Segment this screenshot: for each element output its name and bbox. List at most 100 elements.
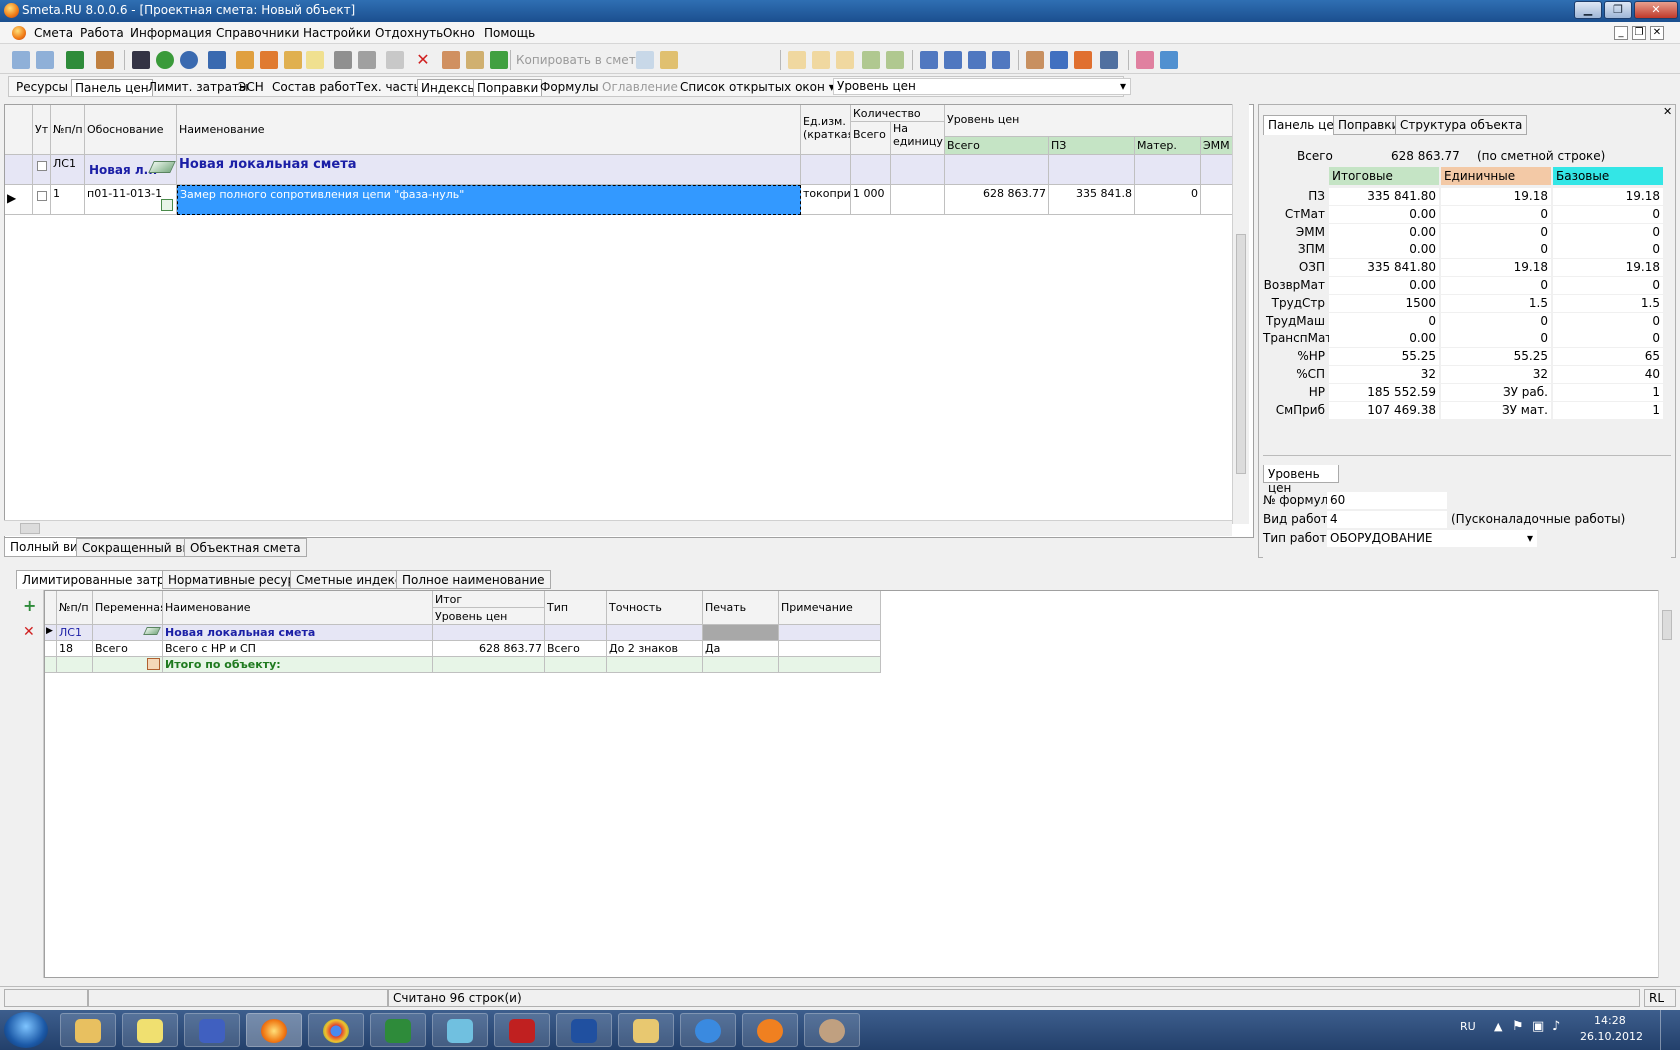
grid-horizontal-scrollbar[interactable] bbox=[4, 520, 1232, 536]
tray-time[interactable]: 14:28 bbox=[1594, 1014, 1626, 1027]
print-icon[interactable] bbox=[334, 51, 352, 69]
price-row-v1[interactable]: 185 552.59 bbox=[1329, 383, 1439, 401]
header-basis[interactable]: Обоснование bbox=[85, 105, 177, 155]
app-icon[interactable] bbox=[4, 3, 19, 18]
tab-formuly[interactable]: Формулы bbox=[537, 79, 602, 96]
header-ut[interactable]: Ут bbox=[33, 105, 51, 155]
price-row-v3[interactable]: 19.18 bbox=[1553, 259, 1663, 277]
task-7zip[interactable] bbox=[122, 1013, 178, 1047]
task-excel[interactable] bbox=[370, 1013, 426, 1047]
g2-row-name[interactable]: Всего с НР и СП bbox=[163, 641, 433, 657]
tab-esn[interactable]: ЭСН bbox=[235, 79, 267, 96]
g2-header-note[interactable]: Примечание bbox=[779, 591, 881, 625]
tab-tekh-chast[interactable]: Тех. часть bbox=[353, 79, 424, 96]
price-row-v2[interactable]: 0 bbox=[1441, 223, 1551, 241]
hscroll-thumb[interactable] bbox=[20, 523, 40, 534]
task-chrome[interactable] bbox=[308, 1013, 364, 1047]
tool-a-icon[interactable] bbox=[236, 51, 254, 69]
price-row-v1[interactable]: 0.00 bbox=[1329, 205, 1439, 223]
copy-to-estimate-button[interactable]: Копировать в смету bbox=[516, 53, 643, 67]
menu-okno[interactable]: Окно bbox=[443, 26, 475, 40]
tab-object-estimate[interactable]: Объектная смета bbox=[184, 538, 307, 557]
price-row-v2[interactable]: 0 bbox=[1441, 205, 1551, 223]
task-outlook[interactable] bbox=[618, 1013, 674, 1047]
network-icon[interactable]: ▣ bbox=[1532, 1019, 1544, 1034]
task-explorer[interactable] bbox=[60, 1013, 116, 1047]
price-row-v3[interactable]: 1 bbox=[1553, 383, 1663, 401]
row-basis-cell[interactable]: п01-11-013-1 bbox=[85, 185, 177, 215]
undo-icon[interactable] bbox=[180, 51, 198, 69]
rtab-uroven-tsen[interactable]: Уровень цен bbox=[1263, 465, 1339, 495]
menu-pomosch[interactable]: Помощь bbox=[484, 26, 535, 40]
menu-rabota[interactable]: Работа bbox=[80, 26, 124, 40]
tool-c-icon[interactable] bbox=[284, 51, 302, 69]
hammer-icon[interactable] bbox=[1026, 51, 1044, 69]
header-qty-total[interactable]: Всего bbox=[851, 122, 891, 155]
g2-row-type[interactable]: Всего bbox=[545, 641, 607, 657]
price-row-v1[interactable]: 0.00 bbox=[1329, 223, 1439, 241]
print-preview-icon[interactable] bbox=[358, 51, 376, 69]
header-qty-per[interactable]: На единицу bbox=[891, 122, 945, 155]
g2-header-num[interactable]: №п/п bbox=[57, 591, 93, 625]
save-icon[interactable] bbox=[132, 51, 150, 69]
mdi-minimize-icon[interactable]: _ bbox=[1614, 26, 1628, 40]
start-button[interactable] bbox=[4, 1012, 48, 1048]
price-row-v2[interactable]: 0 bbox=[1441, 330, 1551, 348]
header-price-emm[interactable]: ЭММ bbox=[1201, 137, 1235, 155]
tray-lang[interactable]: RU bbox=[1460, 1020, 1476, 1033]
task-word[interactable] bbox=[556, 1013, 612, 1047]
price-row-v3[interactable]: 0 bbox=[1553, 277, 1663, 294]
doc-icon[interactable] bbox=[12, 26, 26, 40]
row-name[interactable]: Замер полного сопротивления цепи "фаза-н… bbox=[177, 185, 801, 215]
open-windows-list[interactable]: Список открытых окон ▾ bbox=[677, 79, 838, 96]
worktype2-select[interactable]: ОБОРУДОВАНИЕ ▾ bbox=[1327, 530, 1537, 547]
price-row-v3[interactable]: 0 bbox=[1553, 312, 1663, 330]
header-unit[interactable]: Ед.изм. (краткая) bbox=[801, 105, 851, 155]
tab-sostav-rabot[interactable]: Состав работ bbox=[269, 79, 359, 96]
row-price-total[interactable]: 628 863.77 bbox=[945, 185, 1049, 215]
tool-b-icon[interactable] bbox=[260, 51, 278, 69]
price-row-v3[interactable]: 0 bbox=[1553, 205, 1663, 223]
price-row-v2[interactable]: 0 bbox=[1441, 312, 1551, 330]
tab-panel-tsen[interactable]: Панель цен bbox=[71, 79, 153, 96]
row-qty-total[interactable]: 1 000 bbox=[851, 185, 891, 215]
book-icon[interactable] bbox=[1136, 51, 1154, 69]
g2-header-print[interactable]: Печать bbox=[703, 591, 779, 625]
row-qty-per[interactable] bbox=[891, 185, 945, 215]
price-row-v3[interactable]: 65 bbox=[1553, 348, 1663, 366]
price-row-v1[interactable]: 1500 bbox=[1329, 294, 1439, 312]
tree-add-icon[interactable] bbox=[12, 51, 30, 69]
row-unit[interactable]: токоприе bbox=[801, 185, 851, 215]
add-icon[interactable]: + bbox=[23, 596, 36, 615]
tab-popravki[interactable]: Поправки bbox=[473, 79, 543, 96]
worktype-field[interactable]: 4 bbox=[1327, 511, 1447, 528]
price-row-v3[interactable]: 0 bbox=[1553, 330, 1663, 348]
indent-icon[interactable] bbox=[920, 51, 938, 69]
menu-otdokhnut[interactable]: Отдохнуть bbox=[375, 26, 443, 40]
tree-expand-icon[interactable] bbox=[862, 51, 880, 69]
price-row-v2[interactable]: 19.18 bbox=[1441, 259, 1551, 277]
header-price-mat[interactable]: Матер. bbox=[1135, 137, 1201, 155]
flag-icon[interactable]: ⚑ bbox=[1512, 1019, 1524, 1034]
machine-icon[interactable] bbox=[1100, 51, 1118, 69]
excel-icon[interactable] bbox=[66, 51, 84, 69]
show-desktop-button[interactable] bbox=[1660, 1010, 1676, 1050]
truck-icon[interactable] bbox=[1050, 51, 1068, 69]
price-row-v1[interactable]: 32 bbox=[1329, 366, 1439, 383]
header-num[interactable]: №п/п bbox=[51, 105, 85, 155]
task-ie[interactable] bbox=[680, 1013, 736, 1047]
material-icon[interactable] bbox=[1074, 51, 1092, 69]
scroll-thumb[interactable] bbox=[1662, 610, 1672, 640]
pr-icon[interactable] bbox=[836, 51, 854, 69]
restore-icon[interactable]: ❐ bbox=[1604, 1, 1632, 19]
price-row-v3[interactable]: 1 bbox=[1553, 401, 1663, 419]
tray-date[interactable]: 26.10.2012 bbox=[1580, 1030, 1643, 1043]
price-row-v3[interactable]: 40 bbox=[1553, 366, 1663, 383]
g2-row-var[interactable]: Всего bbox=[93, 641, 163, 657]
scroll-thumb[interactable] bbox=[1236, 234, 1246, 474]
menu-nastroyki[interactable]: Настройки bbox=[303, 26, 371, 40]
price-row-v1[interactable]: 0.00 bbox=[1329, 277, 1439, 294]
price-level-combo[interactable]: Уровень цен ▾ bbox=[833, 78, 1131, 95]
g2-header-name[interactable]: Наименование bbox=[163, 591, 433, 625]
refresh-icon[interactable] bbox=[156, 51, 174, 69]
